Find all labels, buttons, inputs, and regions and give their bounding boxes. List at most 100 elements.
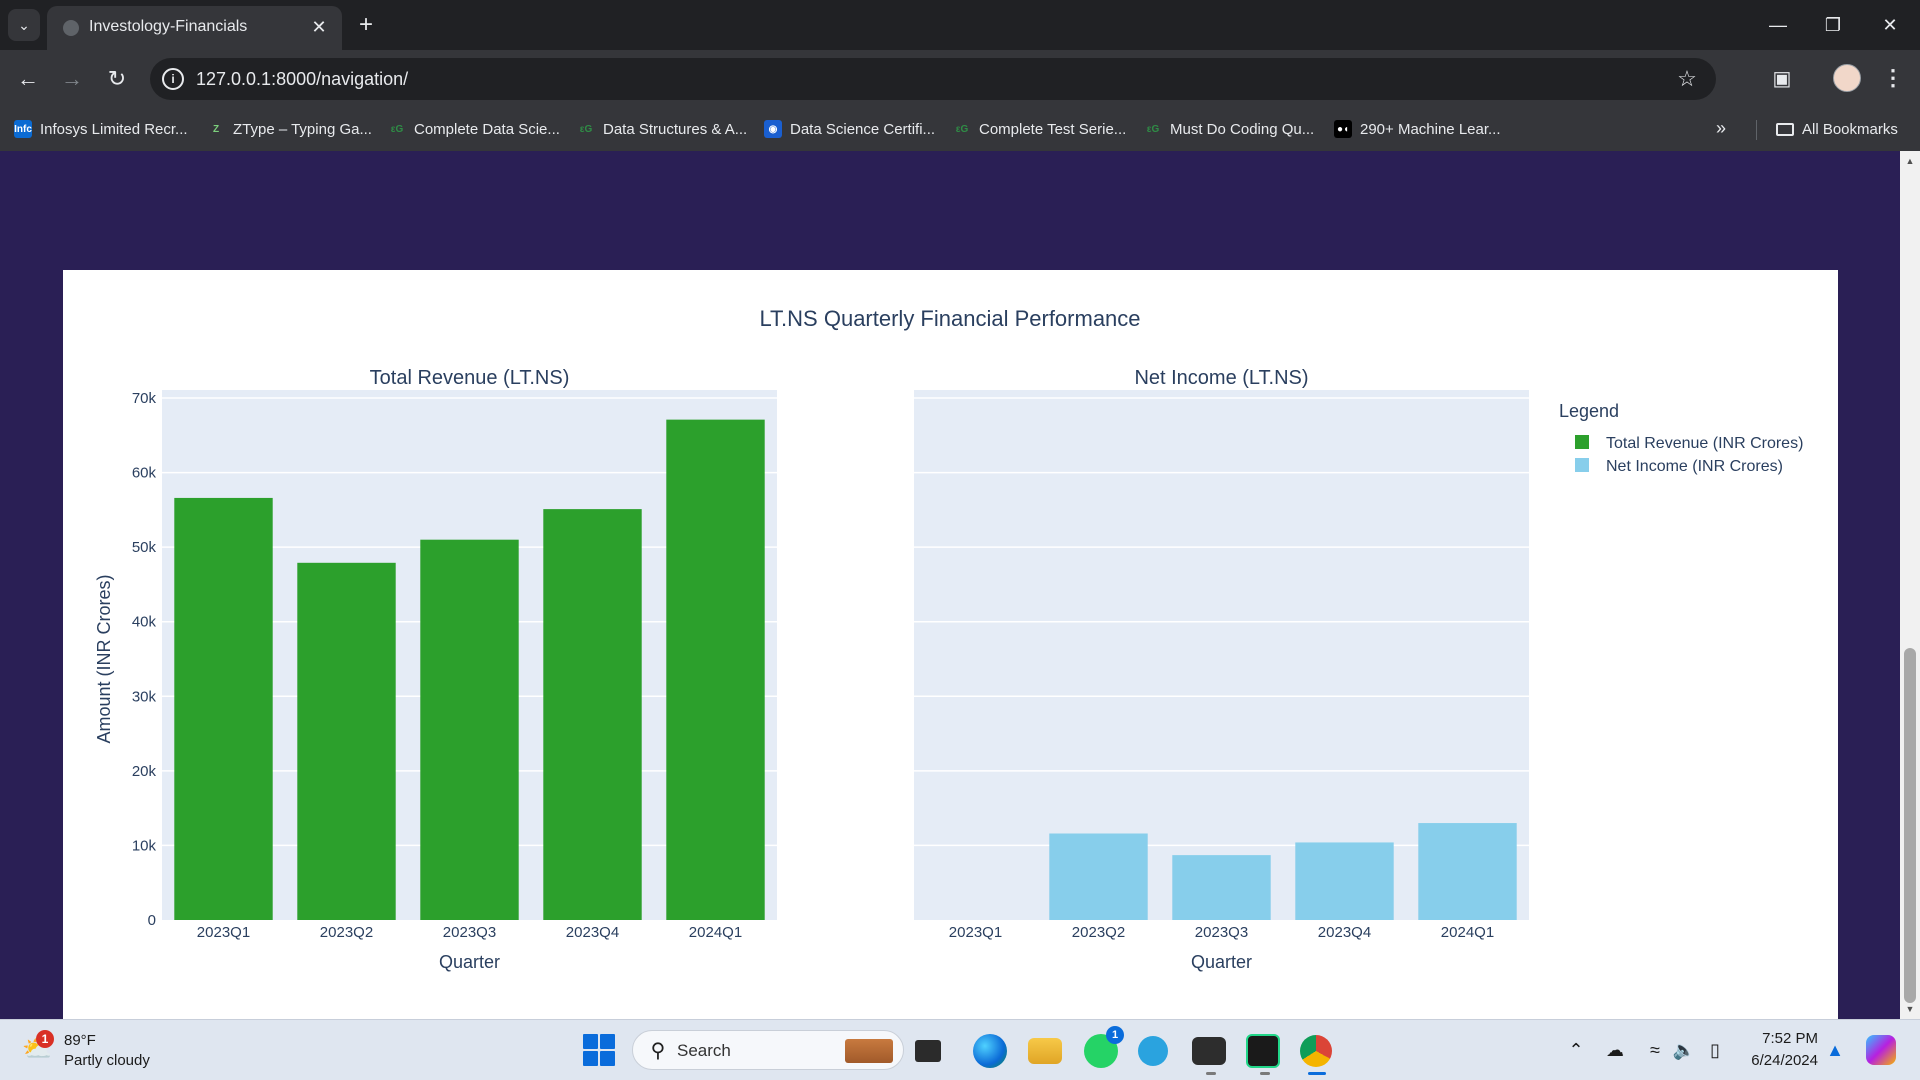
chrome-active-indicator bbox=[1308, 1072, 1326, 1075]
copilot-icon[interactable] bbox=[1866, 1035, 1896, 1065]
wifi-icon[interactable]: ≈ bbox=[1643, 1038, 1667, 1062]
weather-temperature: 89°F bbox=[64, 1032, 96, 1049]
bar bbox=[543, 509, 642, 920]
search-icon: ⚲ bbox=[650, 1039, 666, 1062]
y-tick-label: 30k bbox=[132, 688, 157, 705]
legend-swatch bbox=[1575, 458, 1589, 472]
clock-date[interactable]: 6/24/2024 bbox=[1736, 1052, 1818, 1069]
bar bbox=[1049, 833, 1148, 920]
tab-search-dropdown-icon[interactable]: ⌄ bbox=[8, 9, 40, 41]
bookmarks-bar: Infc Infosys Limited Recr... Z ZType – Typi… bbox=[0, 109, 1920, 151]
bookmark-label: Data Science Certifi... bbox=[790, 120, 936, 138]
bookmark-item[interactable]: ●◖ 290+ Machine Lear... bbox=[1334, 117, 1501, 141]
close-window-icon[interactable]: ✕ bbox=[1870, 10, 1910, 40]
x-tick-label: 2023Q3 bbox=[1195, 924, 1248, 941]
search-highlight-image bbox=[845, 1039, 893, 1063]
show-hidden-icons-chevron-icon[interactable]: ⌃ bbox=[1564, 1038, 1588, 1062]
whatsapp-icon[interactable]: 1 bbox=[1084, 1026, 1124, 1068]
taskbar-search[interactable]: ⚲ Search bbox=[632, 1030, 904, 1070]
subplot-title: Total Revenue (LT.NS) bbox=[370, 367, 570, 389]
bookmark-item[interactable]: Z ZType – Typing Ga... bbox=[207, 117, 372, 141]
clock-time[interactable]: 7:52 PM bbox=[1746, 1030, 1818, 1047]
all-bookmarks-button[interactable]: All Bookmarks bbox=[1776, 117, 1898, 141]
url-text[interactable]: 127.0.0.1:8000/navigation/ bbox=[196, 69, 408, 90]
onedrive-offline-icon[interactable]: ☁ bbox=[1603, 1038, 1627, 1062]
windows-start-icon[interactable] bbox=[583, 1034, 615, 1066]
chrome-icon[interactable] bbox=[1300, 1035, 1332, 1067]
file-explorer-icon[interactable] bbox=[1028, 1038, 1062, 1064]
bookmark-label: Data Structures & A... bbox=[603, 120, 748, 138]
page-scrollbar[interactable]: ▲ ▼ bbox=[1900, 151, 1920, 1019]
y-tick-label: 50k bbox=[132, 539, 157, 556]
restore-icon[interactable]: ❐ bbox=[1813, 10, 1853, 40]
notification-bell-icon[interactable]: ▲ bbox=[1823, 1038, 1847, 1062]
bar bbox=[1418, 823, 1517, 920]
bookmark-label: Complete Test Serie... bbox=[979, 120, 1127, 138]
x-axis-label: Quarter bbox=[439, 952, 500, 972]
weather-widget[interactable]: ⛅ 1 89°F Partly cloudy bbox=[22, 1030, 162, 1072]
x-tick-label: 2023Q2 bbox=[320, 924, 373, 941]
x-tick-label: 2023Q1 bbox=[949, 924, 1002, 941]
chart-card: LT.NS Quarterly Financial Performance Amo… bbox=[63, 270, 1838, 1019]
weather-description: Partly cloudy bbox=[64, 1052, 150, 1069]
bookmark-item[interactable]: εG Must Do Coding Qu... bbox=[1144, 117, 1314, 141]
bookmark-item[interactable]: εG Complete Data Scie... bbox=[388, 117, 560, 141]
x-tick-label: 2024Q1 bbox=[1441, 924, 1494, 941]
scroll-down-arrow-icon[interactable]: ▼ bbox=[1904, 1003, 1916, 1015]
search-label: Search bbox=[677, 1041, 731, 1060]
terminal-icon[interactable] bbox=[1192, 1037, 1226, 1065]
bookmark-star-icon[interactable]: ☆ bbox=[1672, 64, 1702, 94]
bookmarks-divider bbox=[1756, 120, 1757, 140]
new-tab-icon[interactable]: + bbox=[353, 11, 379, 38]
browser-menu-icon[interactable]: ⋮ bbox=[1878, 62, 1908, 94]
edge-browser-icon[interactable] bbox=[973, 1034, 1007, 1068]
address-bar[interactable]: i 127.0.0.1:8000/navigation/ ☆ bbox=[150, 58, 1716, 100]
bar bbox=[1295, 842, 1394, 920]
x-tick-label: 2023Q3 bbox=[443, 924, 496, 941]
reload-icon[interactable]: ↻ bbox=[101, 63, 133, 95]
whatsapp-badge: 1 bbox=[1106, 1026, 1124, 1044]
site-info-icon[interactable]: i bbox=[162, 68, 184, 90]
y-tick-label: 10k bbox=[132, 837, 157, 854]
weather-badge: 1 bbox=[36, 1030, 54, 1048]
pycharm-icon[interactable] bbox=[1246, 1034, 1280, 1068]
profile-avatar[interactable] bbox=[1833, 64, 1861, 92]
legend-title: Legend bbox=[1559, 401, 1619, 421]
bookmark-item[interactable]: εG Data Structures & A... bbox=[577, 117, 747, 141]
forward-arrow-icon[interactable]: → bbox=[56, 63, 88, 95]
pycharm-running-indicator bbox=[1260, 1072, 1270, 1075]
bookmark-item[interactable]: ◉ Data Science Certifi... bbox=[764, 117, 935, 141]
y-tick-label: 70k bbox=[132, 390, 157, 407]
folder-icon bbox=[1776, 122, 1794, 136]
certification-icon: ◉ bbox=[764, 120, 782, 138]
task-view-icon[interactable] bbox=[915, 1040, 941, 1062]
browser-tab-strip: ⌄ Investology-Financials ✕ + — ❐ ✕ bbox=[0, 0, 1920, 50]
active-tab[interactable]: Investology-Financials ✕ bbox=[47, 6, 342, 50]
legend-swatch bbox=[1575, 435, 1589, 449]
bookmark-item[interactable]: Infc Infosys Limited Recr... bbox=[14, 117, 188, 141]
x-tick-label: 2023Q4 bbox=[566, 924, 619, 941]
bar bbox=[297, 562, 396, 920]
tab-favicon-icon bbox=[63, 20, 79, 36]
minimize-icon[interactable]: — bbox=[1758, 10, 1798, 40]
chart-title: LT.NS Quarterly Financial Performance bbox=[759, 306, 1140, 331]
bookmark-item[interactable]: εG Complete Test Serie... bbox=[953, 117, 1126, 141]
subplot-title: Net Income (LT.NS) bbox=[1134, 367, 1308, 389]
extensions-puzzle-icon[interactable]: ▣ bbox=[1766, 62, 1798, 94]
bar bbox=[420, 539, 519, 920]
battery-icon[interactable]: ▯ bbox=[1703, 1038, 1727, 1062]
scroll-up-arrow-icon[interactable]: ▲ bbox=[1904, 155, 1916, 167]
bar bbox=[174, 497, 273, 920]
tab-title: Investology-Financials bbox=[89, 18, 248, 35]
x-tick-label: 2023Q2 bbox=[1072, 924, 1125, 941]
more-bookmarks-chevron-icon[interactable]: » bbox=[1716, 118, 1726, 139]
back-arrow-icon[interactable]: ← bbox=[12, 63, 44, 95]
telegram-icon[interactable] bbox=[1138, 1036, 1168, 1066]
close-tab-icon[interactable]: ✕ bbox=[308, 16, 330, 38]
scrollbar-thumb[interactable] bbox=[1904, 648, 1916, 1003]
page-content: LT.NS Quarterly Financial Performance Amo… bbox=[0, 151, 1900, 1019]
volume-icon[interactable]: 🔈 bbox=[1672, 1038, 1696, 1062]
bookmark-label: Infosys Limited Recr... bbox=[40, 120, 188, 138]
bookmark-label: Complete Data Scie... bbox=[414, 120, 560, 138]
y-tick-label: 60k bbox=[132, 465, 157, 482]
